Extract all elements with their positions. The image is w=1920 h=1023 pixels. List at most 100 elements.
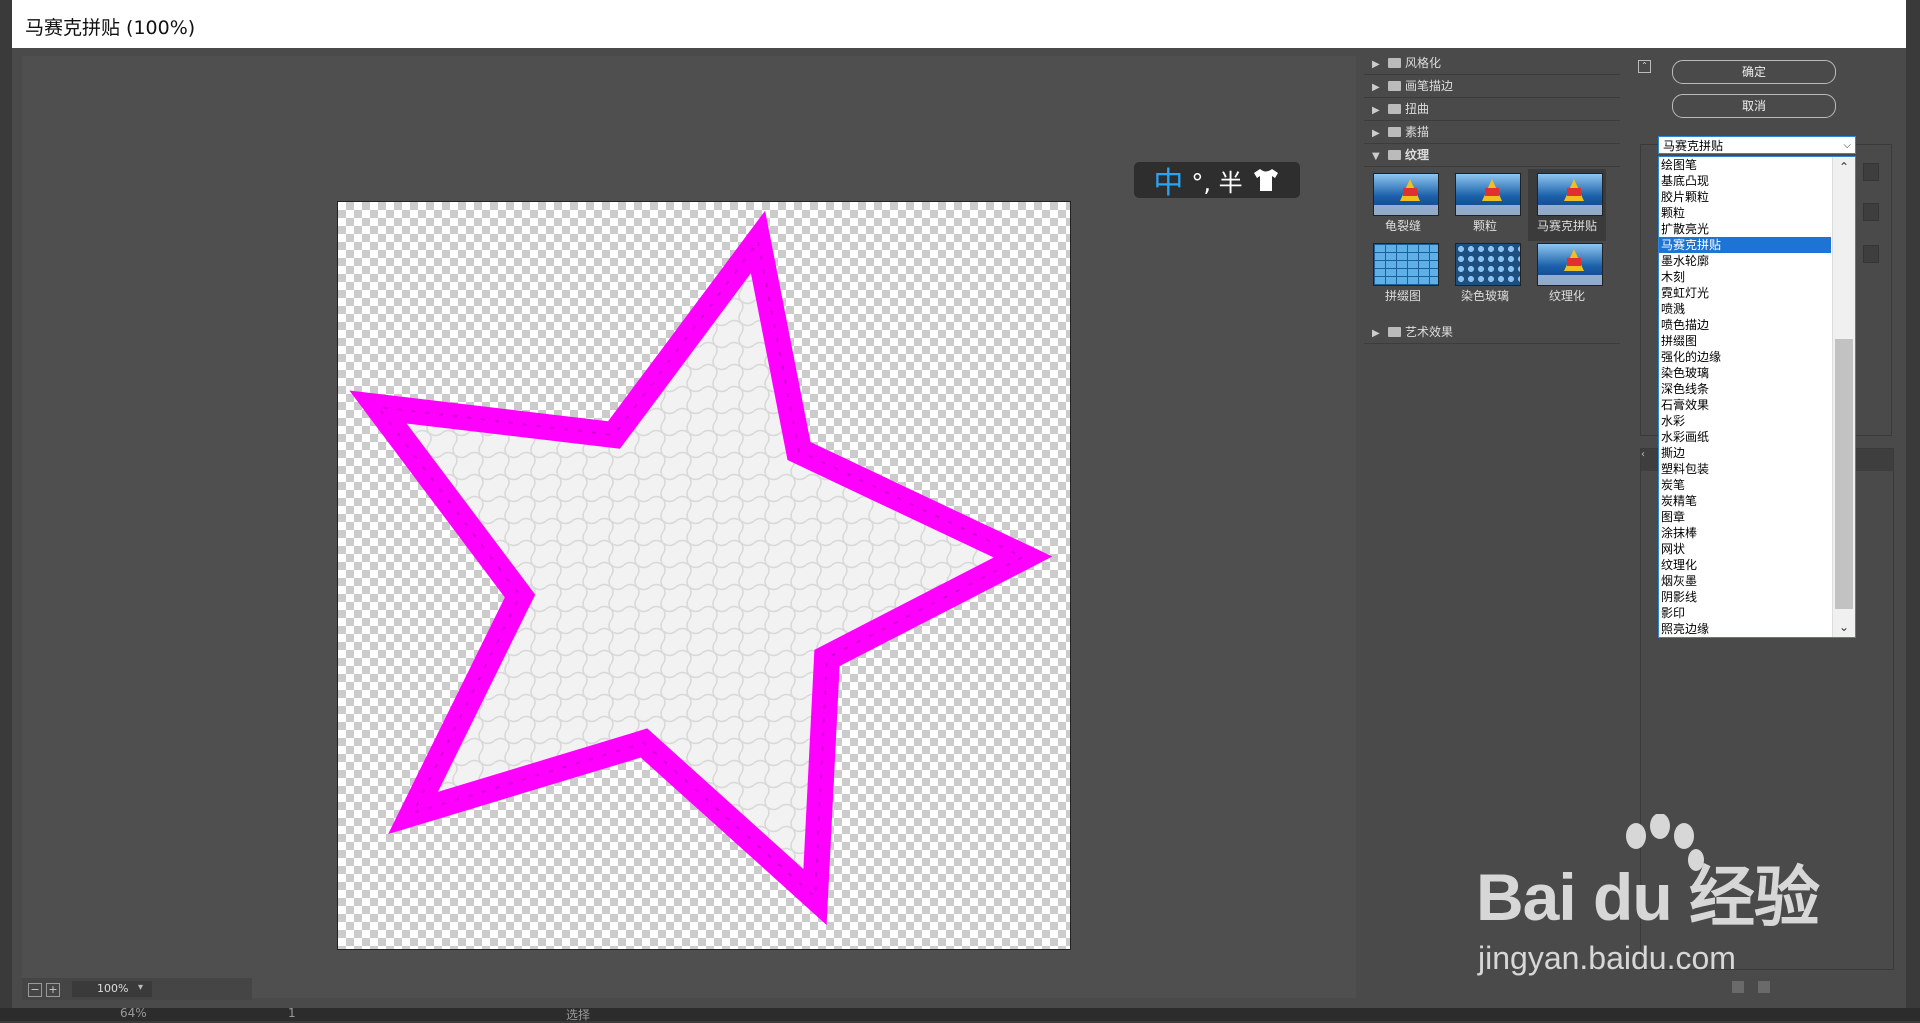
zoom-control: − + 100% ▾ bbox=[22, 978, 252, 1000]
thumb-mosaic-tiles[interactable]: 马赛克拼贴 bbox=[1528, 169, 1606, 241]
star-shape bbox=[349, 210, 1053, 925]
category-label: 风格化 bbox=[1405, 56, 1442, 70]
thumbnail-image bbox=[1455, 173, 1521, 216]
thumb-stained-glass[interactable]: 染色玻璃 bbox=[1446, 239, 1524, 311]
filter-option[interactable]: 阴影线 bbox=[1659, 589, 1831, 605]
scroll-up-icon[interactable]: ⌃ bbox=[1833, 157, 1855, 177]
filter-option[interactable]: 炭精笔 bbox=[1659, 493, 1831, 509]
folder-icon bbox=[1388, 127, 1401, 137]
shirt-icon[interactable] bbox=[1251, 167, 1281, 193]
filter-select-value: 马赛克拼贴 bbox=[1663, 139, 1724, 153]
filter-option[interactable]: 影印 bbox=[1659, 605, 1831, 621]
thumb-patchwork[interactable]: 拼缀图 bbox=[1364, 239, 1442, 311]
filter-option[interactable]: 强化的边缘 bbox=[1659, 349, 1831, 365]
filter-option[interactable]: 霓虹灯光 bbox=[1659, 285, 1831, 301]
folder-icon bbox=[1388, 58, 1401, 68]
folder-icon bbox=[1388, 81, 1401, 91]
thumb-label: 龟裂缝 bbox=[1384, 219, 1421, 233]
folder-icon bbox=[1388, 104, 1401, 114]
baidu-watermark: Bai du 经验 jingyan.baidu.com bbox=[1476, 814, 1836, 1020]
filter-option[interactable]: 塑料包装 bbox=[1659, 461, 1831, 477]
preview-canvas[interactable] bbox=[337, 201, 1071, 950]
thumb-label: 颗粒 bbox=[1472, 219, 1497, 233]
expand-icon: ▶ bbox=[1372, 82, 1380, 93]
preview-area: 中 °, 半 bbox=[22, 56, 1356, 998]
grout-width-field[interactable] bbox=[1863, 203, 1879, 221]
filter-option[interactable]: 扩散亮光 bbox=[1659, 221, 1831, 237]
category-label: 纹理 bbox=[1405, 148, 1430, 162]
cancel-button[interactable]: 取消 bbox=[1672, 94, 1836, 118]
zoom-out-button[interactable]: − bbox=[28, 983, 42, 997]
bottom-page[interactable]: 1 bbox=[288, 1006, 296, 1020]
tile-size-field[interactable] bbox=[1863, 163, 1879, 181]
chevron-down-icon: ⌵ bbox=[1843, 140, 1851, 151]
folder-icon bbox=[1388, 327, 1401, 337]
filter-option[interactable]: 基底凸现 bbox=[1659, 173, 1831, 189]
ime-toolbar[interactable]: 中 °, 半 bbox=[1134, 162, 1300, 201]
filter-select[interactable]: 马赛克拼贴 ⌵ bbox=[1658, 136, 1856, 154]
ime-mode[interactable]: 中 bbox=[1153, 158, 1183, 202]
window-title: 马赛克拼贴 (100%) bbox=[25, 17, 196, 39]
filter-options-list[interactable]: 绘图笔 基底凸现 胶片颗粒 颗粒 扩散亮光 马赛克拼贴 墨水轮廓 木刻 霓虹灯光 喷溅 喷色描边 拼缀… bbox=[1658, 156, 1856, 638]
category-texture[interactable]: ▼ 纹理 bbox=[1364, 144, 1620, 167]
filter-option[interactable]: 水彩画纸 bbox=[1659, 429, 1831, 445]
filter-option[interactable]: 图章 bbox=[1659, 509, 1831, 525]
filter-option[interactable]: 撕边 bbox=[1659, 445, 1831, 461]
filter-option[interactable]: 木刻 bbox=[1659, 269, 1831, 285]
filter-option[interactable]: 石膏效果 bbox=[1659, 397, 1831, 413]
chevron-left-icon[interactable]: ‹ bbox=[1641, 449, 1645, 460]
filter-option[interactable]: 绘图笔 bbox=[1659, 157, 1831, 173]
filter-option[interactable]: 胶片颗粒 bbox=[1659, 189, 1831, 205]
chevron-down-icon[interactable]: ▾ bbox=[138, 982, 143, 993]
category-brush-strokes[interactable]: ▶ 画笔描边 bbox=[1364, 75, 1620, 98]
thumbnail-image bbox=[1455, 243, 1521, 286]
watermark-brand: Bai du 经验 bbox=[1476, 860, 1820, 934]
filter-option[interactable]: 深色线条 bbox=[1659, 381, 1831, 397]
expand-icon: ▶ bbox=[1372, 128, 1380, 139]
filter-option[interactable]: 照亮边缘 bbox=[1659, 621, 1831, 637]
category-label: 扭曲 bbox=[1405, 102, 1430, 116]
filter-option[interactable]: 拼缀图 bbox=[1659, 333, 1831, 349]
thumb-craquelure[interactable]: 龟裂缝 bbox=[1364, 169, 1442, 241]
option-items: 绘图笔 基底凸现 胶片颗粒 颗粒 扩散亮光 马赛克拼贴 墨水轮廓 木刻 霓虹灯光 喷溅 喷色描边 拼缀… bbox=[1659, 157, 1855, 637]
filter-option[interactable]: 水彩 bbox=[1659, 413, 1831, 429]
bottom-zoom[interactable]: 64% bbox=[120, 1006, 147, 1020]
bottom-select[interactable]: 选择 bbox=[566, 1006, 590, 1023]
thumb-label: 染色玻璃 bbox=[1460, 289, 1509, 303]
list-scrollbar[interactable]: ⌃ ⌄ bbox=[1832, 157, 1855, 637]
category-sketch[interactable]: ▶ 素描 bbox=[1364, 121, 1620, 144]
collapse-icon[interactable]: ⌃ bbox=[1638, 60, 1651, 73]
filter-option[interactable]: 马赛克拼贴 bbox=[1659, 237, 1831, 253]
title-bar: 马赛克拼贴 (100%) bbox=[12, 0, 1906, 49]
thumb-label: 拼缀图 bbox=[1384, 289, 1421, 303]
texture-thumbnails: 龟裂缝 颗粒 马赛克拼贴 拼缀图 染色玻璃 纹理化 bbox=[1364, 167, 1620, 321]
scroll-thumb[interactable] bbox=[1835, 339, 1853, 609]
filter-option[interactable]: 纹理化 bbox=[1659, 557, 1831, 573]
zoom-in-button[interactable]: + bbox=[46, 983, 60, 997]
scroll-down-icon[interactable]: ⌄ bbox=[1833, 617, 1855, 637]
expand-icon: ▶ bbox=[1372, 328, 1380, 339]
filter-option[interactable]: 炭笔 bbox=[1659, 477, 1831, 493]
filter-option[interactable]: 涂抹棒 bbox=[1659, 525, 1831, 541]
watermark-url: jingyan.baidu.com bbox=[1478, 940, 1736, 976]
filter-option[interactable]: 喷色描边 bbox=[1659, 317, 1831, 333]
category-distort[interactable]: ▶ 扭曲 bbox=[1364, 98, 1620, 121]
collapse-icon: ▼ bbox=[1372, 151, 1380, 162]
thumbnail-image bbox=[1537, 243, 1603, 286]
lighten-grout-field[interactable] bbox=[1863, 245, 1879, 263]
category-artistic[interactable]: ▶ 艺术效果 bbox=[1364, 321, 1620, 344]
thumb-texturizer[interactable]: 纹理化 bbox=[1528, 239, 1606, 311]
filter-option[interactable]: 染色玻璃 bbox=[1659, 365, 1831, 381]
category-label: 艺术效果 bbox=[1405, 325, 1454, 339]
category-stylize[interactable]: ▶ 风格化 bbox=[1364, 52, 1620, 75]
filter-option[interactable]: 喷溅 bbox=[1659, 301, 1831, 317]
filter-option[interactable]: 墨水轮廓 bbox=[1659, 253, 1831, 269]
thumb-label: 纹理化 bbox=[1548, 289, 1585, 303]
filter-option[interactable]: 网状 bbox=[1659, 541, 1831, 557]
filter-option[interactable]: 颗粒 bbox=[1659, 205, 1831, 221]
thumbnail-image bbox=[1373, 243, 1439, 286]
thumb-grain[interactable]: 颗粒 bbox=[1446, 169, 1524, 241]
ime-symbols[interactable]: °, 半 bbox=[1191, 163, 1242, 198]
ok-button[interactable]: 确定 bbox=[1672, 60, 1836, 84]
filter-option[interactable]: 烟灰墨 bbox=[1659, 573, 1831, 589]
